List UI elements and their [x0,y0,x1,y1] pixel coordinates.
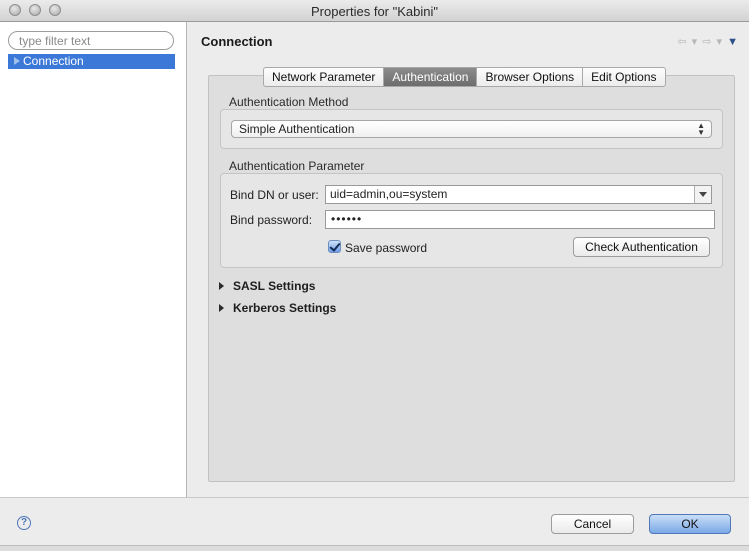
auth-method-value: Simple Authentication [239,122,355,136]
tab-network-parameter[interactable]: Network Parameter [263,67,384,87]
bind-dn-value: uid=admin,ou=system [330,187,448,201]
tree-expand-icon[interactable] [14,57,20,65]
bind-password-label: Bind password: [230,213,313,227]
page-header: Connection ⇦ ▾ ⇨ ▾ ▼ [188,22,749,60]
bind-password-field[interactable]: •••••• [325,210,715,229]
page-title: Connection [201,34,273,49]
background-window-strip [0,545,749,551]
filter-input[interactable] [8,31,174,50]
view-menu-icon[interactable]: ▼ [727,36,739,48]
save-password-label[interactable]: Save password [345,241,427,255]
sidebar-item-label: Connection [23,54,84,68]
bind-dn-combo[interactable]: uid=admin,ou=system [325,185,712,204]
auth-param-group-label: Authentication Parameter [229,159,365,173]
sasl-settings-label: SASL Settings [233,279,316,293]
auth-method-group-label: Authentication Method [229,95,349,109]
auth-method-select[interactable]: Simple Authentication ▲ ▼ [231,120,712,138]
forward-arrow-icon[interactable]: ⇨ ▾ [702,36,723,48]
kerberos-settings-section[interactable]: Kerberos Settings [219,301,336,315]
cancel-button[interactable]: Cancel [551,514,634,534]
tab-authentication[interactable]: Authentication [383,67,477,87]
sidebar: Connection [0,22,187,497]
sidebar-item-connection[interactable]: Connection [8,54,175,69]
bind-dn-label: Bind DN or user: [230,188,319,202]
kerberos-settings-label: Kerberos Settings [233,301,337,315]
sasl-settings-section[interactable]: SASL Settings [219,279,315,293]
footer-divider [0,497,749,498]
help-icon[interactable]: ? [17,516,31,530]
tab-edit-options[interactable]: Edit Options [582,67,666,87]
save-password-checkbox[interactable] [328,240,341,253]
tab-bar: Network Parameter Authentication Browser… [263,67,666,87]
check-authentication-button[interactable]: Check Authentication [573,237,710,257]
expand-triangle-icon [219,282,224,290]
window-titlebar: Properties for "Kabini" [0,0,749,22]
page-nav: ⇦ ▾ ⇨ ▾ ▼ [677,35,739,48]
chevron-down-icon[interactable] [694,186,711,203]
tab-browser-options[interactable]: Browser Options [476,67,583,87]
expand-triangle-icon [219,304,224,312]
back-arrow-icon[interactable]: ⇦ ▾ [677,36,698,48]
updown-chevron-icon: ▲ ▼ [697,121,705,137]
window-title: Properties for "Kabini" [310,4,438,19]
ok-button[interactable]: OK [649,514,731,534]
